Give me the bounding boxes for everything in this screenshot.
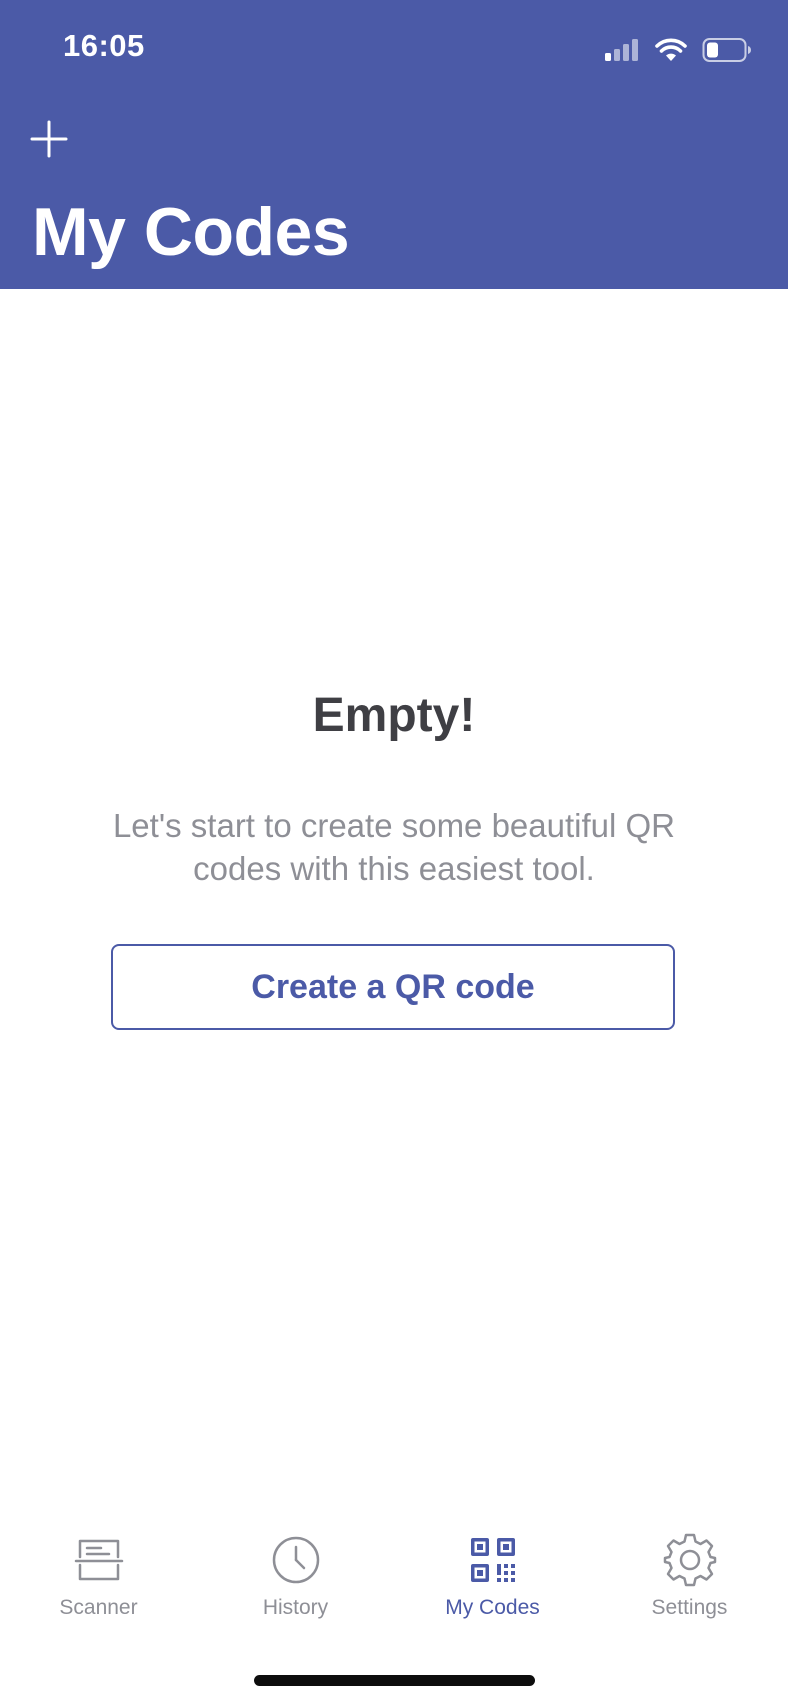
plus-icon[interactable] xyxy=(28,118,70,160)
status-time: 16:05 xyxy=(63,28,145,63)
tab-settings[interactable]: Settings xyxy=(591,1530,788,1640)
cellular-signal-icon xyxy=(605,39,638,61)
header-bar: 16:05 My Codes xyxy=(0,0,788,289)
empty-state-description: Let's start to create some beautiful QR … xyxy=(112,807,676,887)
status-icons xyxy=(604,34,752,66)
tab-my-codes-label: My Codes xyxy=(445,1596,540,1619)
qr-code-icon xyxy=(470,1538,515,1582)
page-title: My Codes xyxy=(32,194,350,270)
gear-icon xyxy=(663,1533,716,1587)
tab-history[interactable]: History xyxy=(197,1530,394,1640)
wifi-icon xyxy=(655,38,687,61)
scanner-icon xyxy=(74,1539,123,1581)
my-codes-screen: 16:05 My Codes Empty! Let's start to cre… xyxy=(0,0,788,1705)
empty-state-title: Empty! xyxy=(312,689,476,742)
home-indicator[interactable] xyxy=(254,1675,535,1686)
tab-scanner-label: Scanner xyxy=(59,1596,138,1619)
tab-settings-label: Settings xyxy=(651,1596,728,1619)
clock-icon xyxy=(272,1536,319,1584)
tab-my-codes[interactable]: My Codes xyxy=(394,1530,591,1640)
tab-history-label: History xyxy=(262,1596,329,1619)
tab-scanner[interactable]: Scanner xyxy=(0,1530,197,1640)
create-qr-code-button[interactable]: Create a QR code xyxy=(111,944,675,1030)
battery-icon xyxy=(702,38,751,62)
tab-bar: Scanner History My Codes Settings xyxy=(0,1530,788,1640)
